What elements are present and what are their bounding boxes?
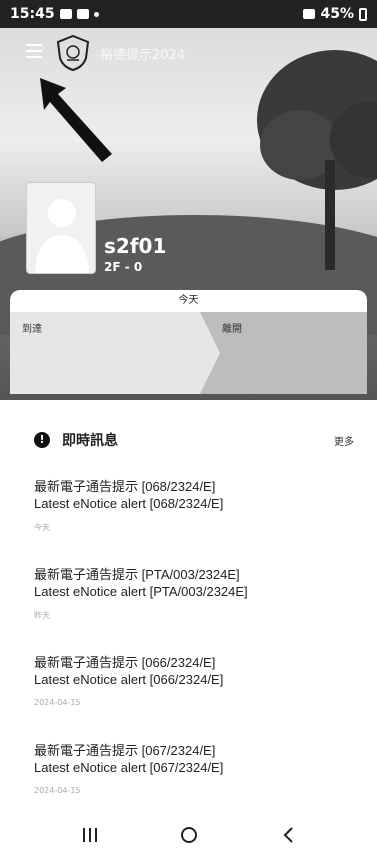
user-class: 2F - 0 (104, 260, 143, 274)
status-bar: 15:45 45% (0, 0, 377, 28)
notification-icon (59, 9, 72, 19)
check-out-label: 離開 (222, 324, 242, 335)
dot-icon (93, 11, 99, 17)
messages-title: 即時訊息 (62, 433, 118, 449)
school-crest-icon (56, 34, 90, 72)
user-name: s2f01 (104, 234, 167, 258)
avatar-placeholder-icon (35, 199, 89, 273)
attendance-panel[interactable]: 到達 離開 (10, 312, 367, 394)
back-button[interactable] (273, 820, 303, 850)
message-date: 2024-04-15 (34, 698, 81, 707)
message-date: 今天 (34, 523, 50, 532)
tree-illustration (257, 50, 377, 270)
message-title-zh: 最新電子通告提示 [067/2324/E] (34, 743, 216, 758)
school-name: 裕德提示2024 (100, 48, 186, 63)
battery-icon (359, 7, 367, 21)
system-nav-bar (0, 812, 377, 857)
battery-percent: 45% (320, 6, 354, 22)
message-title-zh: 最新電子通告提示 [PTA/003/2324E] (34, 567, 240, 582)
message-date: 2024-04-15 (34, 786, 81, 795)
signal-icon (303, 9, 316, 19)
message-title-zh: 最新電子通告提示 [068/2324/E] (34, 479, 216, 494)
message-item[interactable]: 最新電子通告提示 [PTA/003/2324E] Latest eNotice … (34, 566, 354, 654)
home-icon (180, 826, 197, 843)
message-date: 昨天 (34, 611, 50, 620)
more-link[interactable]: 更多 (334, 433, 354, 448)
hero-banner: 15:45 45% 裕德提示2024 s2f01 2F - 0 今天 到達 離開 (0, 0, 377, 400)
back-icon (283, 826, 293, 843)
message-title-en: Latest eNotice alert [067/2324/E] (34, 760, 224, 775)
message-title-en: Latest eNotice alert [066/2324/E] (34, 672, 224, 687)
gallery-icon (76, 9, 89, 19)
recent-apps-icon[interactable] (75, 820, 105, 850)
message-title-en: Latest eNotice alert [PTA/003/2324E] (34, 584, 248, 599)
hamburger-menu-icon[interactable] (26, 44, 42, 58)
clock: 15:45 (10, 6, 55, 22)
message-title-zh: 最新電子通告提示 [066/2324/E] (34, 655, 216, 670)
avatar[interactable] (26, 182, 96, 274)
message-item[interactable]: 最新電子通告提示 [068/2324/E] Latest eNotice ale… (34, 478, 354, 566)
message-title-en: Latest eNotice alert [068/2324/E] (34, 496, 224, 511)
home-button[interactable] (174, 820, 204, 850)
message-list: 最新電子通告提示 [068/2324/E] Latest eNotice ale… (34, 478, 354, 830)
check-in-label: 到達 (22, 324, 42, 335)
attendance-date-label: 今天 (10, 290, 367, 312)
pointer-arrow (40, 78, 112, 162)
exclamation-bubble-icon: ! (34, 432, 50, 448)
message-item[interactable]: 最新電子通告提示 [066/2324/E] Latest eNotice ale… (34, 654, 354, 742)
messages-header: ! 即時訊息 更多 (34, 430, 354, 450)
